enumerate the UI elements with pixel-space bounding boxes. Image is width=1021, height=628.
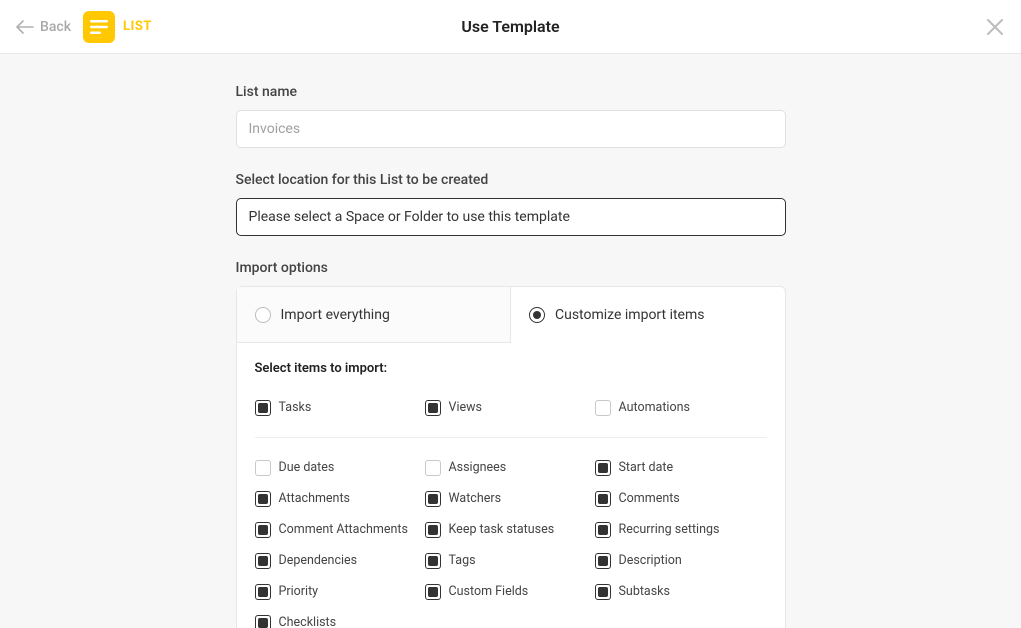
template-type-badge: LIST <box>83 11 152 43</box>
checkbox-label: Start date <box>619 460 674 475</box>
checkbox-icon <box>425 584 441 600</box>
radio-customize-items[interactable]: Customize import items <box>511 287 785 343</box>
checkbox-icon <box>595 491 611 507</box>
items-grid-top: Tasks Views Automations <box>255 392 767 438</box>
checkbox-icon <box>425 553 441 569</box>
import-options-block: Import options Import everything Customi… <box>236 260 786 628</box>
checkbox-item[interactable]: Custom Fields <box>425 576 595 607</box>
checkbox-label: Views <box>449 400 482 415</box>
items-grid-bottom: Due dates Assignees Start date Attachments W… <box>255 452 767 628</box>
checkbox-item[interactable]: Watchers <box>425 483 595 514</box>
checkbox-icon <box>255 400 271 416</box>
checkbox-icon <box>595 400 611 416</box>
checkbox-item[interactable]: Keep task statuses <box>425 514 595 545</box>
close-button[interactable] <box>985 17 1005 37</box>
import-box: Import everything Customize import items… <box>236 286 786 628</box>
list-name-input[interactable] <box>236 110 786 148</box>
page-title: Use Template <box>461 17 559 36</box>
checkbox-item[interactable]: Automations <box>595 392 765 423</box>
checkbox-label: Checklists <box>279 615 337 628</box>
import-options-label: Import options <box>236 260 786 276</box>
scroll-area[interactable]: List name Select location for this List … <box>0 54 1021 628</box>
checkbox-label: Dependencies <box>279 553 358 568</box>
radio-label: Customize import items <box>555 307 704 323</box>
checkbox-item[interactable]: Comment Attachments <box>255 514 425 545</box>
checkbox-label: Due dates <box>279 460 335 475</box>
modal-header: Back LIST Use Template <box>0 0 1021 54</box>
checkbox-item[interactable]: Recurring settings <box>595 514 765 545</box>
close-icon <box>985 17 1005 37</box>
checkbox-icon <box>255 553 271 569</box>
checkbox-item[interactable]: Tasks <box>255 392 425 423</box>
checkbox-label: Assignees <box>449 460 507 475</box>
back-label: Back <box>40 19 71 35</box>
location-block: Select location for this List to be crea… <box>236 172 786 236</box>
radio-icon <box>255 307 271 323</box>
back-button[interactable]: Back <box>16 19 71 35</box>
checkbox-icon <box>595 584 611 600</box>
checkbox-item[interactable]: Priority <box>255 576 425 607</box>
checkbox-label: Automations <box>619 400 690 415</box>
checkbox-label: Description <box>619 553 682 568</box>
list-icon <box>83 11 115 43</box>
checkbox-label: Custom Fields <box>449 584 529 599</box>
checkbox-item[interactable]: Tags <box>425 545 595 576</box>
location-select[interactable]: Please select a Space or Folder to use t… <box>236 198 786 236</box>
checkbox-label: Priority <box>279 584 319 599</box>
form-content: List name Select location for this List … <box>236 54 786 628</box>
arrow-left-icon <box>16 20 34 34</box>
items-title: Select items to import: <box>255 361 767 376</box>
checkbox-label: Tags <box>449 553 476 568</box>
checkbox-icon <box>425 400 441 416</box>
checkbox-icon <box>425 491 441 507</box>
checkbox-icon <box>255 615 271 628</box>
radio-import-everything[interactable]: Import everything <box>237 287 512 343</box>
checkbox-item[interactable]: Description <box>595 545 765 576</box>
checkbox-icon <box>425 522 441 538</box>
radio-icon <box>529 307 545 323</box>
checkbox-icon <box>255 522 271 538</box>
checkbox-icon <box>595 460 611 476</box>
radio-row: Import everything Customize import items <box>237 287 785 343</box>
checkbox-icon <box>255 584 271 600</box>
checkbox-label: Attachments <box>279 491 351 506</box>
checkbox-item[interactable]: Dependencies <box>255 545 425 576</box>
checkbox-item[interactable]: Views <box>425 392 595 423</box>
checkbox-icon <box>595 522 611 538</box>
checkbox-item[interactable]: Comments <box>595 483 765 514</box>
checkbox-label: Subtasks <box>619 584 670 599</box>
type-label: LIST <box>123 19 152 34</box>
checkbox-icon <box>425 460 441 476</box>
location-placeholder: Please select a Space or Folder to use t… <box>249 209 570 225</box>
checkbox-label: Watchers <box>449 491 502 506</box>
checkbox-item[interactable]: Attachments <box>255 483 425 514</box>
list-name-block: List name <box>236 84 786 148</box>
checkbox-label: Tasks <box>279 400 312 415</box>
list-name-label: List name <box>236 84 786 100</box>
checkbox-item[interactable]: Assignees <box>425 452 595 483</box>
checkbox-item[interactable]: Due dates <box>255 452 425 483</box>
items-section: Select items to import: Tasks Views Automa… <box>237 343 785 628</box>
checkbox-item[interactable]: Start date <box>595 452 765 483</box>
checkbox-label: Comments <box>619 491 680 506</box>
radio-label: Import everything <box>281 307 390 323</box>
location-label: Select location for this List to be crea… <box>236 172 786 188</box>
checkbox-item[interactable]: Subtasks <box>595 576 765 607</box>
checkbox-label: Keep task statuses <box>449 522 555 537</box>
checkbox-label: Recurring settings <box>619 522 720 537</box>
checkbox-label: Comment Attachments <box>279 522 408 537</box>
checkbox-icon <box>255 460 271 476</box>
checkbox-icon <box>595 553 611 569</box>
checkbox-icon <box>255 491 271 507</box>
checkbox-item[interactable]: Checklists <box>255 607 425 628</box>
